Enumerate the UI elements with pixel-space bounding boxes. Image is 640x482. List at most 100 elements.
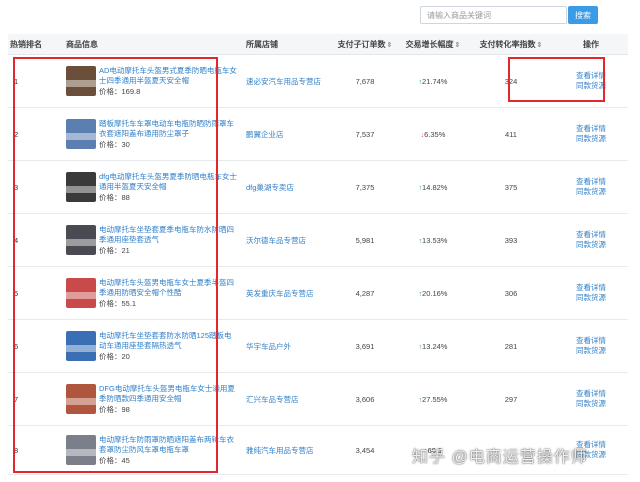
product-title-link[interactable]: 电动摩托车坐垫套套防水防晒125踏板电动车通用座垫套隔热透气 <box>99 331 238 351</box>
price-value: 20 <box>121 351 130 361</box>
header-product: 商品信息 <box>58 34 238 55</box>
header-shop: 所属店铺 <box>238 34 332 55</box>
product-thumbnail[interactable] <box>66 384 96 414</box>
product-thumbnail[interactable] <box>66 331 96 361</box>
header-growth[interactable]: 交易增长幅度⇕ <box>398 34 468 55</box>
shop-link[interactable]: 汇兴车品专营店 <box>238 394 332 405</box>
product-info: dfg电动摩托车头盔男夏季防晒电瓶车女士通用半盔夏天安全帽 价格：88 <box>58 172 238 203</box>
product-thumbnail[interactable] <box>66 119 96 149</box>
similar-source-link[interactable]: 同款货源 <box>554 240 628 250</box>
product-text: AD电动摩托车头盔男式夏季防晒电瓶车女士四季通用半盔夏天安全帽 价格：169.8 <box>99 66 238 97</box>
view-detail-link[interactable]: 查看详情 <box>554 124 628 134</box>
table-row: 7 DFG电动摩托车头盔男电瓶车女士通用夏季防晒款四季通用安全帽 价格：98 汇… <box>8 372 628 426</box>
rank-cell: 6 <box>8 319 58 373</box>
shop-link[interactable]: 英发重庆车品专营店 <box>238 288 332 299</box>
product-title-link[interactable]: 电动摩托车头盔男电瓶车女士夏季半盔四季通用防晒安全帽个性酷 <box>99 278 238 298</box>
search-input[interactable] <box>420 6 567 24</box>
table-row: 2 踏板摩托车车罩电动车电瓶防晒防雨罩车衣套遮阳盖布通用防尘罩子 价格：30 鹏… <box>8 107 628 161</box>
price-value: 45 <box>121 455 130 465</box>
shop-cell: 汇兴车品专营店 <box>238 372 332 426</box>
shop-cell: 鹏翼企业店 <box>238 107 332 161</box>
similar-source-link[interactable]: 同款货源 <box>554 134 628 144</box>
view-detail-link[interactable]: 查看详情 <box>554 283 628 293</box>
header-conversion[interactable]: 支付转化率指数⇕ <box>468 34 554 55</box>
product-thumbnail[interactable] <box>66 172 96 202</box>
rank-cell: 4 <box>8 213 58 267</box>
product-cell: dfg电动摩托车头盔男夏季防晒电瓶车女士通用半盔夏天安全帽 价格：88 <box>58 160 238 214</box>
similar-source-link[interactable]: 同款货源 <box>554 346 628 356</box>
table-row: 6 电动摩托车坐垫套套防水防晒125踏板电动车通用座垫套隔热透气 价格：20 华… <box>8 319 628 373</box>
product-title-link[interactable]: 踏板摩托车车罩电动车电瓶防晒防雨罩车衣套遮阳盖布通用防尘罩子 <box>99 119 238 139</box>
shop-cell: 英发重庆车品专营店 <box>238 266 332 320</box>
similar-source-link[interactable]: 同款货源 <box>554 293 628 303</box>
shop-cell: 雅纯汽车用品专营店 <box>238 425 332 475</box>
product-cell: AD电动摩托车头盔男式夏季防晒电瓶车女士四季通用半盔夏天安全帽 价格：169.8 <box>58 54 238 108</box>
ops-cell: 查看详情 同款货源 <box>554 266 628 320</box>
view-detail-link[interactable]: 查看详情 <box>554 230 628 240</box>
product-price: 价格：88 <box>99 193 238 203</box>
price-value: 169.8 <box>121 86 141 96</box>
sub-orders-cell: 3,454 <box>332 425 398 475</box>
shop-link[interactable]: 鹏翼企业店 <box>238 129 332 140</box>
sort-icon[interactable]: ⇕ <box>537 42 543 49</box>
rank-cell: 3 <box>8 160 58 214</box>
product-title-link[interactable]: dfg电动摩托车头盔男夏季防晒电瓶车女士通用半盔夏天安全帽 <box>99 172 238 192</box>
shop-link[interactable]: 华宇车品户外 <box>238 341 332 352</box>
watermark: 知乎 @电商运营操作师 <box>412 449 588 466</box>
product-text: 电动摩托车防雨罩防晒遮阳盖布两轮车衣套罩防尘防风车罩电瓶车罩 价格：45 <box>99 435 238 466</box>
product-info: 电动摩托车防雨罩防晒遮阳盖布两轮车衣套罩防尘防风车罩电瓶车罩 价格：45 <box>58 435 238 466</box>
product-title-link[interactable]: 电动摩托车防雨罩防晒遮阳盖布两轮车衣套罩防尘防风车罩电瓶车罩 <box>99 435 238 455</box>
price-prefix: 价格： <box>99 86 122 96</box>
product-title-link[interactable]: AD电动摩托车头盔男式夏季防晒电瓶车女士四季通用半盔夏天安全帽 <box>99 66 238 86</box>
product-info: 踏板摩托车车罩电动车电瓶防晒防雨罩车衣套遮阳盖布通用防尘罩子 价格：30 <box>58 119 238 150</box>
view-detail-link[interactable]: 查看详情 <box>554 389 628 399</box>
sort-icon[interactable]: ⇕ <box>455 42 461 49</box>
ops-cell: 查看详情 同款货源 <box>554 213 628 267</box>
product-info: DFG电动摩托车头盔男电瓶车女士通用夏季防晒款四季通用安全帽 价格：98 <box>58 384 238 415</box>
sub-orders-cell: 3,691 <box>332 319 398 373</box>
shop-link[interactable]: 速必安汽车用品专营店 <box>238 76 332 87</box>
product-price: 价格：169.8 <box>99 87 238 97</box>
header-ops: 操作 <box>554 34 628 55</box>
shop-link[interactable]: 雅纯汽车用品专营店 <box>238 445 332 456</box>
header-conversion-label: 支付转化率指数 <box>479 39 536 49</box>
shop-link[interactable]: 沃尔德车品专营店 <box>238 235 332 246</box>
sort-icon[interactable]: ⇕ <box>387 42 393 49</box>
product-thumbnail[interactable] <box>66 435 96 465</box>
header-sub-orders[interactable]: 支付子订单数⇕ <box>332 34 398 55</box>
hot-sales-table: 热销排名 商品信息 所属店铺 支付子订单数⇕ 交易增长幅度⇕ 支付转化率指数⇕ … <box>8 34 628 475</box>
ops-cell: 查看详情 同款货源 <box>554 107 628 161</box>
product-thumbnail[interactable] <box>66 66 96 96</box>
similar-source-link[interactable]: 同款货源 <box>554 187 628 197</box>
product-thumbnail[interactable] <box>66 278 96 308</box>
view-detail-link[interactable]: 查看详情 <box>554 71 628 81</box>
growth-cell: ↑27.55% <box>398 372 468 426</box>
similar-source-link[interactable]: 同款货源 <box>554 81 628 91</box>
view-detail-link[interactable]: 查看详情 <box>554 336 628 346</box>
price-value: 98 <box>121 404 130 414</box>
product-text: 电动摩托车坐垫套套防水防晒125踏板电动车通用座垫套隔热透气 价格：20 <box>99 331 238 362</box>
rank-cell: 2 <box>8 107 58 161</box>
ops-cell: 查看详情 同款货源 <box>554 319 628 373</box>
ops-cell: 查看详情 同款货源 <box>554 54 628 108</box>
shop-link[interactable]: dfg巢湖专卖店 <box>238 182 332 193</box>
product-title-link[interactable]: DFG电动摩托车头盔男电瓶车女士通用夏季防晒款四季通用安全帽 <box>99 384 238 404</box>
ops-cell: 查看详情 同款货源 <box>554 372 628 426</box>
product-thumbnail[interactable] <box>66 225 96 255</box>
growth-value: 14.82% <box>422 182 448 192</box>
product-cell: 电动摩托车头盔男电瓶车女士夏季半盔四季通用防晒安全帽个性酷 价格：55.1 <box>58 266 238 320</box>
table-row: 4 电动摩托车坐垫套夏季电瓶车防水防晒四季通用座垫套透气 价格：21 沃尔德车品… <box>8 213 628 267</box>
hot-sales-table-container: 热销排名 商品信息 所属店铺 支付子订单数⇕ 交易增长幅度⇕ 支付转化率指数⇕ … <box>8 34 628 475</box>
similar-source-link[interactable]: 同款货源 <box>554 399 628 409</box>
product-title-link[interactable]: 电动摩托车坐垫套夏季电瓶车防水防晒四季通用座垫套透气 <box>99 225 238 245</box>
view-detail-link[interactable]: 查看详情 <box>554 177 628 187</box>
product-price: 价格：45 <box>99 456 238 466</box>
search-button[interactable]: 搜索 <box>568 6 598 24</box>
price-value: 55.1 <box>121 298 137 308</box>
growth-cell: ↑20.16% <box>398 266 468 320</box>
growth-cell: ↑13.53% <box>398 213 468 267</box>
product-text: 踏板摩托车车罩电动车电瓶防晒防雨罩车衣套遮阳盖布通用防尘罩子 价格：30 <box>99 119 238 150</box>
rank-cell: 7 <box>8 372 58 426</box>
header-sub-orders-label: 支付子订单数 <box>337 39 386 49</box>
sub-orders-cell: 7,678 <box>332 54 398 108</box>
